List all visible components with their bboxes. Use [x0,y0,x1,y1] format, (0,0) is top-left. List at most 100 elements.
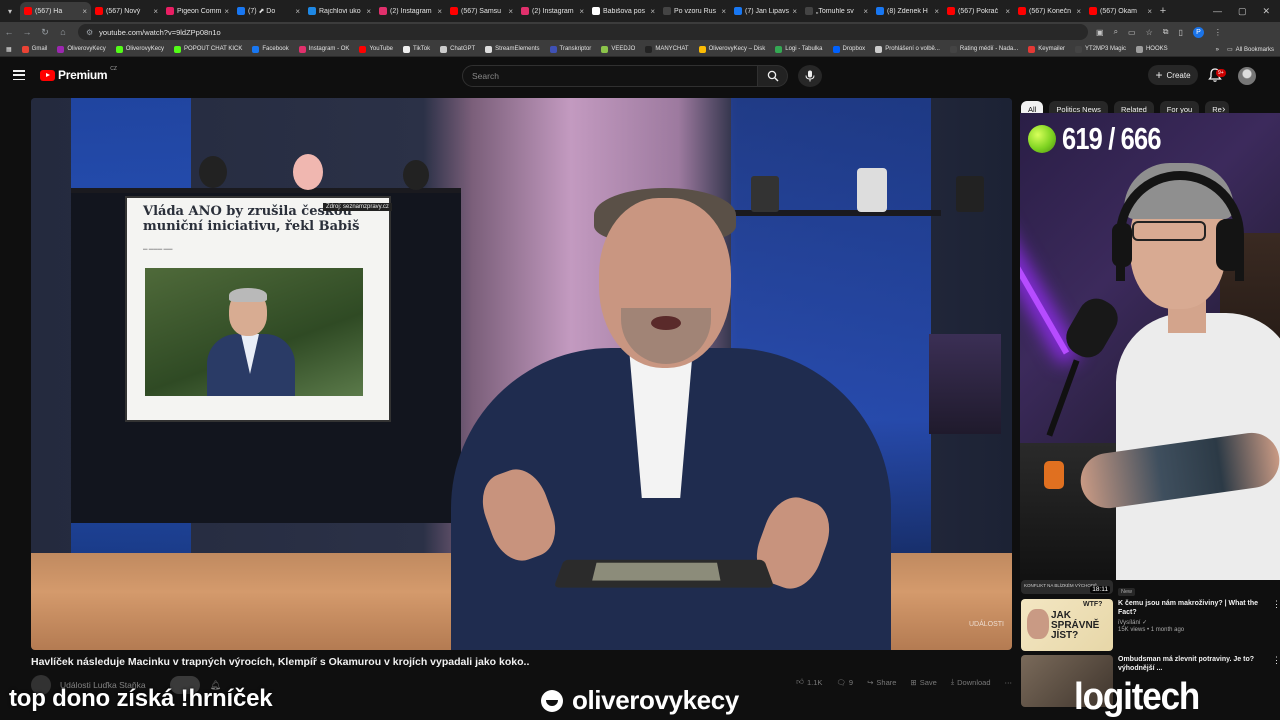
tab-close-icon[interactable]: × [153,7,158,16]
browser-tab[interactable]: (2) Instagram × [375,2,446,20]
tab-close-icon[interactable]: × [1005,7,1010,16]
voice-search-button[interactable] [798,65,822,87]
tab-close-icon[interactable]: × [934,7,939,16]
tab-close-icon[interactable]: × [1076,7,1081,16]
screenshot-icon[interactable]: ▣ [1096,28,1104,37]
bookmark-label: OliverovyKecy [125,46,165,52]
tab-close-icon[interactable]: × [863,7,868,16]
hamburger-menu-icon[interactable] [13,70,25,80]
tab-close-icon[interactable]: × [295,7,300,16]
like-button[interactable]: 👍︎ 1.1K [796,677,822,687]
bookmark-item[interactable]: Logi - Tabulka [775,45,823,53]
bookmark-item[interactable]: Prohlášení o volbě... [875,45,940,53]
tab-close-icon[interactable]: × [437,7,442,16]
more-actions-icon[interactable]: ⋯ [1005,677,1013,687]
site-info-icon[interactable]: ⚙ [86,28,93,37]
minimize-icon[interactable]: — [1213,6,1222,16]
browser-tab[interactable]: (567) Okam × [1085,2,1156,20]
bookmark-item[interactable]: MANYCHAT [645,45,689,53]
search-input[interactable]: Search [462,65,758,87]
home-icon[interactable]: ⌂ [54,27,72,37]
bookmark-item[interactable]: OliverovyKecy [115,45,165,53]
save-button[interactable]: ⊞ Save [910,677,936,687]
browser-tab[interactable]: Pigeon Comm × [162,2,233,20]
browser-tab[interactable]: (7) Jan Lipavs × [730,2,801,20]
profile-avatar[interactable]: P [1192,26,1204,38]
browser-tab[interactable]: (2) Instagram × [517,2,588,20]
bookmark-star-icon[interactable]: ☆ [1146,28,1153,37]
bookmark-item[interactable]: HOOKS [1135,45,1168,53]
list-item[interactable]: KONFLIKT NA BLÍZKÉM VÝCHODĚ 18:11 New [1021,580,1280,596]
bookmark-item[interactable]: StreamElements [485,45,540,53]
maximize-icon[interactable]: ▢ [1238,6,1247,17]
zoom-icon[interactable]: ⌕ [1114,27,1118,37]
forward-icon[interactable]: → [18,27,36,37]
country-code: CZ [110,66,117,72]
bookmark-item[interactable]: Rating médií - Nada... [949,45,1018,53]
dislike-button[interactable]: 🗨 9 [836,677,853,687]
browser-tab[interactable]: Po vzoru Rus × [659,2,730,20]
browser-tab[interactable]: (8) Zdenek H × [872,2,943,20]
bookmark-favicon-icon [174,45,182,53]
account-avatar[interactable] [1238,67,1256,85]
related-channel[interactable]: iVysílání ✓ [1118,619,1272,626]
share-button[interactable]: ↪ Share [867,677,896,687]
bookmark-item[interactable]: Facebook [252,45,289,53]
bookmark-item[interactable]: Transkriptor [549,45,591,53]
browser-tab[interactable]: Rajchlovi uko × [304,2,375,20]
bookmark-item[interactable]: YT2MP3 Magic [1074,45,1126,53]
sidebar-icon[interactable]: ▯ [1179,28,1183,37]
menu-icon[interactable]: ⋮ [1214,28,1222,37]
tab-search-icon[interactable]: ▾ [0,0,20,22]
bookmark-item[interactable]: OliverovyKecy – Disk [698,45,765,53]
tab-close-icon[interactable]: × [366,7,371,16]
tab-close-icon[interactable]: × [579,7,584,16]
apps-icon[interactable]: ▦ [6,46,12,53]
reload-icon[interactable]: ↻ [36,27,54,38]
extensions-icon[interactable]: ⧉ [1163,27,1169,37]
tab-close-icon[interactable]: × [792,7,797,16]
browser-tab[interactable]: (7) ⬈ Do × [233,2,304,20]
browser-tab[interactable]: (567) Ha × [20,2,91,20]
bookmark-item[interactable]: Instagram - OK [298,45,349,53]
bookmark-item[interactable]: Keymailer [1028,45,1065,53]
bookmark-item[interactable]: Gmail [21,45,47,53]
tab-close-icon[interactable]: × [1147,7,1152,16]
youtube-premium-logo[interactable]: Premium CZ [40,66,117,82]
related-video-title[interactable]: K čemu jsou nám makroživiny? | What the … [1118,599,1272,617]
bookmark-item[interactable]: OliverovyKecy [57,45,106,53]
tab-close-icon[interactable]: × [721,7,726,16]
bookmark-item[interactable]: VEEDJO [601,45,635,53]
browser-tab[interactable]: (567) Pokrač × [943,2,1014,20]
browser-tab[interactable]: (567) Samsu × [446,2,517,20]
more-bookmarks-icon[interactable]: » [1216,47,1219,53]
back-icon[interactable]: ← [0,27,18,37]
bookmark-item[interactable]: TikTok [403,45,430,53]
cast-icon[interactable]: ▭ [1128,28,1136,37]
browser-tab[interactable]: (567) Nový × [91,2,162,20]
new-tab-button[interactable]: + [1156,5,1170,17]
tab-close-icon[interactable]: × [508,7,513,16]
download-button[interactable]: ⤓ Download [951,677,991,687]
browser-tab[interactable]: (567) Konečn × [1014,2,1085,20]
tab-close-icon[interactable]: × [224,7,229,16]
more-options-icon[interactable]: ⋮ [1272,599,1280,651]
all-bookmarks-folder[interactable]: ▭ All Bookmarks [1227,46,1274,54]
list-item[interactable]: JAK SPRÁVNĚ JÍST? WTF? K čemu jsou nám m… [1021,599,1280,651]
bookmark-item[interactable]: YouTube [359,45,393,53]
more-options-icon[interactable]: ⋮ [1272,655,1280,695]
tab-title: Babišova pos [603,7,646,15]
related-video-title[interactable]: Ombudsman má zlevnit potraviny. Je to? v… [1118,655,1272,673]
search-button[interactable] [758,65,788,87]
tab-close-icon[interactable]: × [650,7,655,16]
close-window-icon[interactable]: ✕ [1262,6,1270,17]
tab-close-icon[interactable]: × [82,7,87,16]
create-button[interactable]: + Create [1148,65,1198,85]
url-field[interactable]: ⚙ youtube.com/watch?v=9ldZPp08n1o [78,24,1088,40]
browser-tab[interactable]: „Tomuhle sv × [801,2,872,20]
video-player[interactable]: Vláda ANO by zrušila českou muniční inic… [31,98,1012,650]
bookmark-item[interactable]: ChatGPT [440,45,475,53]
bookmark-item[interactable]: POPOUT CHAT KICK [174,45,242,53]
bookmark-item[interactable]: Dropbox [832,45,865,53]
browser-tab[interactable]: Babišova pos × [588,2,659,20]
